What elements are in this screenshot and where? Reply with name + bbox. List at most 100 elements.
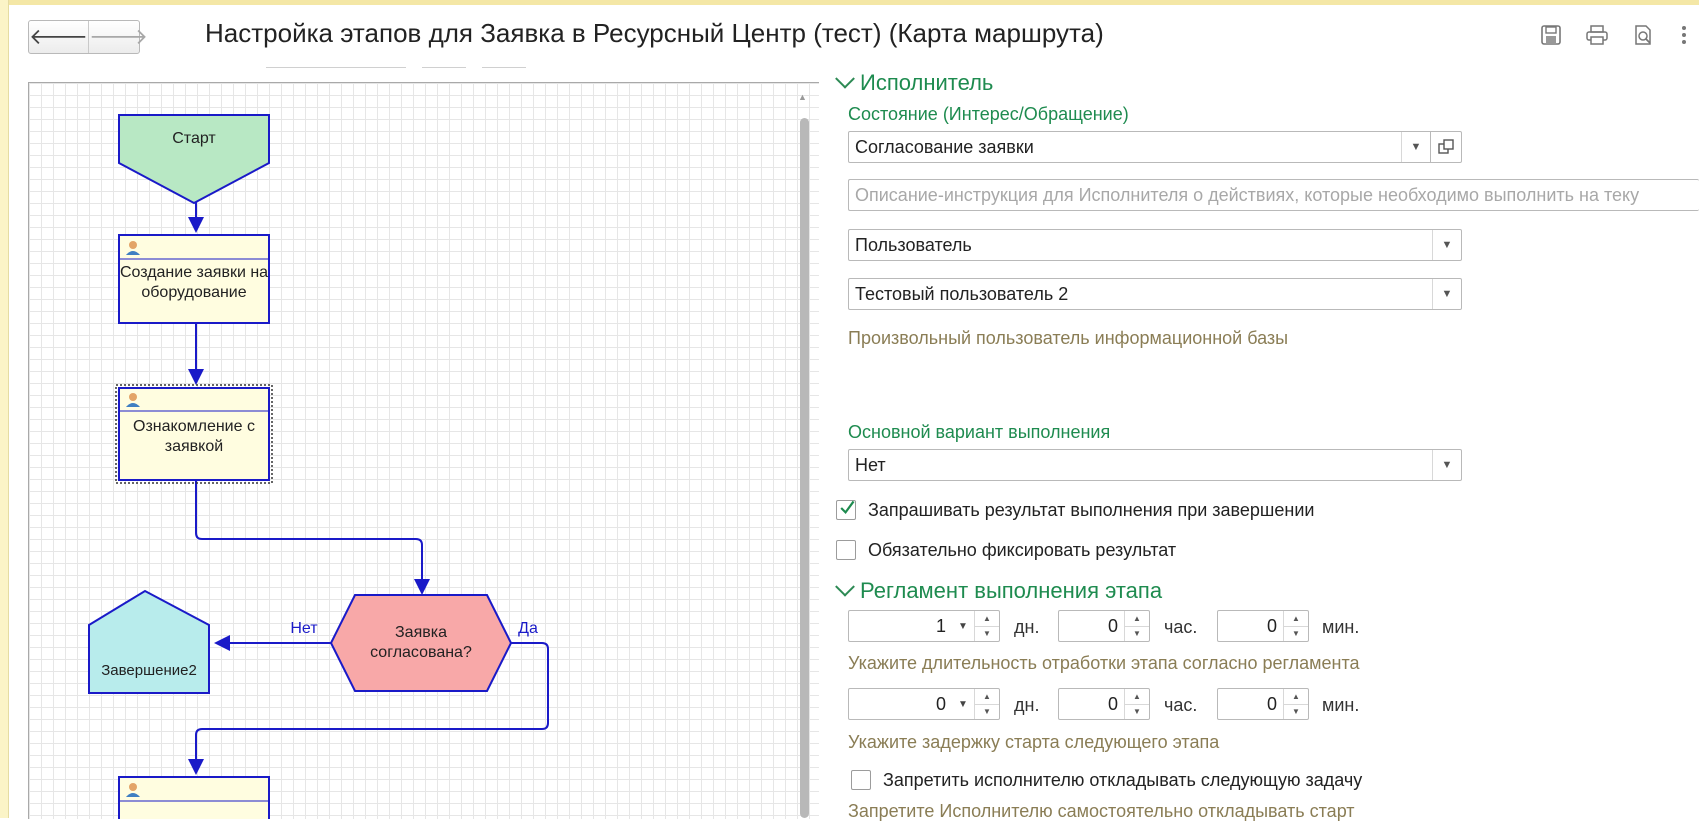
main-variant-value: Нет — [855, 454, 886, 475]
executor-user-select[interactable]: Тестовый пользователь 2 ▼ — [848, 278, 1462, 310]
spin-down-icon[interactable]: ▼ — [975, 627, 999, 642]
executor-type-select[interactable]: Пользователь ▼ — [848, 229, 1462, 261]
main-variant-label: Основной вариант выполнения — [848, 422, 1111, 442]
forbid-postpone-hint: Запретите Исполнителю самостоятельно отк… — [848, 801, 1355, 821]
open-state-button[interactable] — [1430, 132, 1461, 162]
ask-result-label[interactable]: Запрашивать результат выполнения при зав… — [868, 500, 1314, 521]
top-accent-line — [0, 0, 1699, 5]
fix-result-label[interactable]: Обязательно фиксировать результат — [868, 540, 1176, 561]
executor-section-header[interactable]: Исполнитель — [835, 68, 993, 96]
dropdown-arrow-icon[interactable]: ▼ — [952, 689, 974, 719]
canvas-scrollbar[interactable] — [800, 118, 809, 818]
delay-hours-unit: час. — [1164, 695, 1198, 715]
more-menu-button[interactable] — [1676, 22, 1692, 48]
duration-minutes-unit: мин. — [1322, 617, 1360, 637]
main-variant-select[interactable]: Нет ▼ — [848, 449, 1462, 481]
delay-hint: Укажите задержку старта следующего этапа — [848, 732, 1220, 752]
executor-type-value: Пользователь — [855, 234, 972, 255]
duration-minutes-input[interactable]: 0 ▲ ▼ — [1217, 610, 1309, 642]
spin-down-icon[interactable]: ▼ — [1284, 627, 1308, 642]
delay-minutes-value: 0 — [1266, 693, 1277, 714]
hours-spinner[interactable]: ▲ ▼ — [1124, 611, 1149, 641]
decision-label: Заявка согласована? — [370, 624, 472, 661]
spin-up-icon[interactable]: ▲ — [1284, 611, 1308, 627]
state-select[interactable]: Согласование заявки ▼ — [848, 131, 1462, 163]
delay-days-unit: дн. — [1014, 695, 1040, 715]
delay-minutes-input[interactable]: 0 ▲ ▼ — [1217, 688, 1309, 720]
spin-down-icon[interactable]: ▼ — [975, 705, 999, 720]
spin-down-icon[interactable]: ▼ — [1125, 627, 1149, 642]
schedule-section-title: Регламент выполнения этапа — [860, 578, 1163, 603]
navigation-buttons: 🡐 🡒 — [28, 20, 148, 54]
duration-days-input[interactable]: 1 ▼ ▲ ▼ — [848, 610, 1000, 642]
spin-down-icon[interactable]: ▼ — [1125, 705, 1149, 720]
scroll-up-arrow[interactable]: ▲ — [798, 92, 807, 102]
no-branch-label: Нет — [290, 620, 318, 637]
toolbar-ghost-3 — [482, 61, 526, 68]
spin-down-icon[interactable]: ▼ — [1284, 705, 1308, 720]
spin-up-icon[interactable]: ▲ — [975, 689, 999, 705]
print-button[interactable] — [1584, 22, 1610, 48]
task-node-next[interactable] — [118, 776, 270, 819]
preview-button[interactable] — [1630, 22, 1656, 48]
instruction-placeholder: Описание-инструкция для Исполнителя о де… — [855, 184, 1640, 205]
duration-minutes-value: 0 — [1266, 615, 1277, 636]
arrow-right-icon: 🡒 — [89, 24, 148, 49]
chevron-down-icon — [835, 576, 855, 597]
days-spinner[interactable]: ▲ ▼ — [974, 689, 999, 719]
yes-branch-label: Да — [518, 620, 538, 637]
state-label: Состояние (Интерес/Обращение) — [848, 104, 1129, 124]
save-icon — [1541, 25, 1561, 45]
delay-hours-input[interactable]: 0 ▲ ▼ — [1058, 688, 1150, 720]
forbid-postpone-label[interactable]: Запретить исполнителю откладывать следую… — [883, 770, 1362, 791]
days-spinner[interactable]: ▲ ▼ — [974, 611, 999, 641]
back-button[interactable]: 🡐 — [29, 21, 88, 53]
spin-up-icon[interactable]: ▲ — [1125, 689, 1149, 705]
duration-days-unit: дн. — [1014, 617, 1040, 637]
spin-up-icon[interactable]: ▲ — [1284, 689, 1308, 705]
dropdown-arrow-icon[interactable]: ▼ — [1432, 230, 1461, 260]
spin-up-icon[interactable]: ▲ — [1125, 611, 1149, 627]
duration-hint: Укажите длительность отработки этапа сог… — [848, 653, 1360, 673]
print-preview-icon — [1635, 25, 1651, 45]
checkmark-icon — [840, 500, 855, 515]
ask-result-checkbox[interactable] — [836, 500, 856, 520]
open-in-new-icon — [1438, 139, 1454, 154]
delay-days-input[interactable]: 0 ▼ ▲ ▼ — [848, 688, 1000, 720]
executor-hint: Произвольный пользователь информационной… — [848, 328, 1289, 348]
duration-hours-unit: час. — [1164, 617, 1198, 637]
route-map-canvas[interactable]: Старт Создание заявки на оборудование Оз… — [28, 82, 819, 819]
minutes-spinner[interactable]: ▲ ▼ — [1283, 689, 1308, 719]
duration-days-value: 1 — [935, 615, 946, 636]
spin-up-icon[interactable]: ▲ — [975, 611, 999, 627]
duration-hours-value: 0 — [1107, 615, 1118, 636]
connector-review-decision — [195, 480, 430, 595]
toolbar-ghost-2 — [422, 61, 466, 68]
hours-spinner[interactable]: ▲ ▼ — [1124, 689, 1149, 719]
minutes-spinner[interactable]: ▲ ▼ — [1283, 611, 1308, 641]
arrow-left-icon: 🡐 — [29, 24, 88, 49]
delay-days-value: 0 — [935, 693, 946, 714]
state-value: Согласование заявки — [855, 136, 1034, 157]
delay-hours-value: 0 — [1107, 693, 1118, 714]
save-button[interactable] — [1538, 22, 1564, 48]
task-review-label: Ознакомление с заявкой — [133, 418, 255, 455]
executor-user-value: Тестовый пользователь 2 — [855, 283, 1069, 304]
more-vertical-icon — [1682, 26, 1686, 44]
fix-result-checkbox[interactable] — [836, 540, 856, 560]
toolbar-ghost-1 — [266, 61, 406, 68]
delay-minutes-unit: мин. — [1322, 695, 1360, 715]
printer-icon — [1586, 25, 1608, 45]
start-node-label: Старт — [172, 130, 216, 147]
dropdown-arrow-icon[interactable]: ▼ — [1432, 450, 1461, 480]
dropdown-arrow-icon[interactable]: ▼ — [1401, 132, 1430, 162]
instruction-input[interactable]: Описание-инструкция для Исполнителя о де… — [848, 179, 1699, 211]
schedule-section-header[interactable]: Регламент выполнения этапа — [835, 576, 1163, 604]
dropdown-arrow-icon[interactable]: ▼ — [952, 611, 974, 641]
forbid-postpone-checkbox[interactable] — [851, 770, 871, 790]
forward-button[interactable]: 🡒 — [88, 21, 148, 53]
left-panel-strip — [0, 0, 9, 818]
dropdown-arrow-icon[interactable]: ▼ — [1432, 279, 1461, 309]
duration-hours-input[interactable]: 0 ▲ ▼ — [1058, 610, 1150, 642]
task-create-label: Создание заявки на оборудование — [119, 264, 269, 301]
